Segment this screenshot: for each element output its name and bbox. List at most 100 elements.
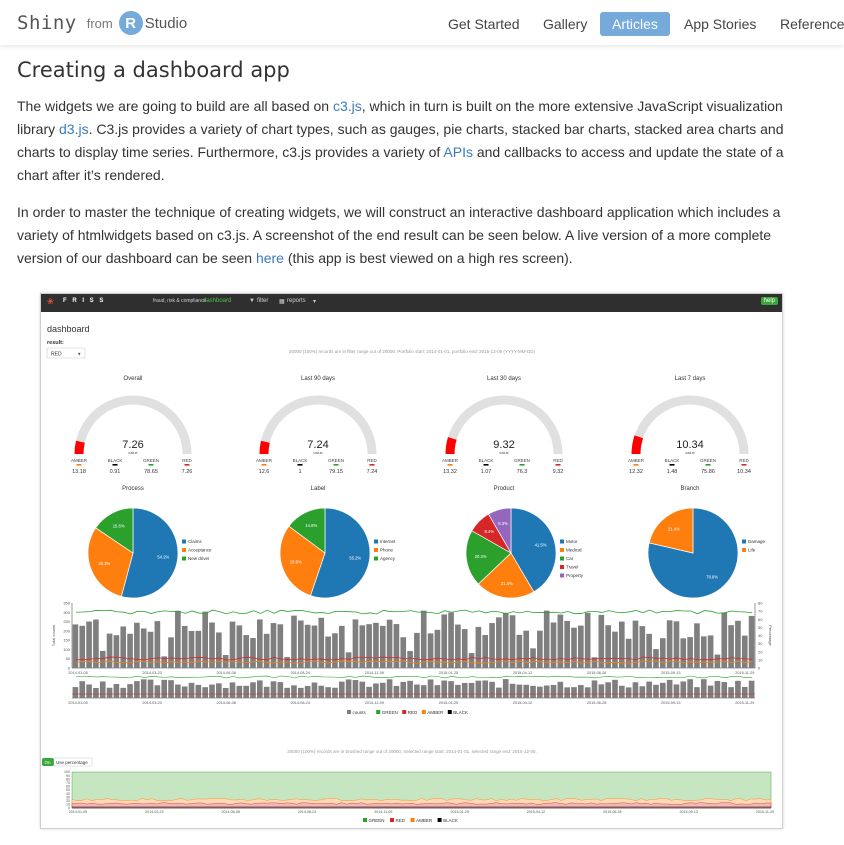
here-link[interactable]: here — [256, 250, 284, 266]
brush-count-bar — [659, 682, 666, 698]
nav-app-stories[interactable]: App Stories — [672, 12, 768, 36]
result-select[interactable]: RED ▼ — [46, 347, 86, 359]
gauge-0: Overall 7.26 value AMBER 13.18 BLACK 0.91 GREEN… — [71, 376, 193, 475]
brush-count-bar — [502, 679, 509, 698]
brush-count-bar — [373, 683, 379, 698]
gauge-legend-value: 7.24 — [367, 469, 378, 475]
pie-legend-swatch — [560, 539, 564, 544]
ts-legend-swatch — [376, 710, 381, 714]
dashboard-tab-dashboard[interactable]: dashboard — [203, 298, 231, 304]
ts-count-bar — [694, 623, 700, 668]
gauge-legend-swatch — [705, 464, 711, 466]
intro-paragraph: The widgets we are going to build are al… — [17, 95, 817, 187]
pie-branch: Branch 78.6% 21.4% Damage Life — [647, 486, 766, 599]
c3js-link[interactable]: c3.js — [333, 98, 362, 114]
ts-count-bar — [475, 626, 482, 668]
gauge-fill — [445, 437, 457, 455]
area-legend-label[interactable]: RED — [396, 818, 406, 823]
ts-x-tick: 2015-11-29 — [735, 671, 754, 675]
ts-legend-label[interactable]: AMBER — [427, 710, 444, 715]
brush-count-bar — [140, 679, 147, 698]
ts-legend-swatch — [402, 710, 407, 714]
ts-y2-tick: 10 — [758, 657, 763, 662]
pie-slice-label: 15.6% — [113, 523, 125, 528]
brush-x-tick: 2015-11-29 — [735, 701, 754, 705]
stacked-area-chart: 10090807060504030201002014-01-05 2014-03-… — [64, 770, 774, 814]
nav-reference[interactable]: Reference — [768, 12, 844, 36]
ts-count-bar — [222, 655, 229, 668]
ts-count-bar — [714, 654, 721, 668]
area-legend-swatch — [410, 818, 415, 822]
gauge-legend-swatch — [76, 464, 82, 466]
area-legend-label[interactable]: AMBER — [416, 818, 433, 823]
dashboard-tab-reports[interactable]: reports — [287, 298, 306, 304]
gauge-legend-swatch — [669, 464, 675, 466]
brush-count-bar — [496, 687, 502, 698]
ts-count-bar — [202, 611, 208, 668]
brush-count-bar — [407, 680, 413, 698]
ts-x-tick: 2014-01-05 — [68, 671, 87, 675]
ts-count-bar — [680, 638, 687, 668]
area-x-tick: 2015-01-25 — [450, 810, 468, 814]
gauge-legend-swatch — [555, 464, 561, 466]
ts-y2-tick: 30 — [758, 641, 763, 646]
ts-legend-label[interactable]: BLACK — [453, 710, 468, 715]
ts-count-bar — [216, 632, 222, 668]
brush-count-bar — [106, 687, 113, 698]
filter-icon: ▼ — [249, 298, 255, 304]
ts-count-bar — [168, 637, 174, 668]
pie-legend-swatch — [374, 556, 378, 561]
nav-get-started[interactable]: Get Started — [436, 12, 532, 36]
gauge-2: Last 30 days 9.32 value AMBER 13.32 BLACK 1.07… — [442, 376, 564, 475]
nav-articles[interactable]: Articles — [600, 12, 670, 36]
brush-count-bar — [284, 687, 290, 698]
ts-count-bar — [646, 633, 652, 668]
brush-count-bar — [530, 685, 536, 698]
ts-count-bar — [99, 650, 106, 668]
area-legend-label[interactable]: BLACK — [443, 818, 458, 823]
ts-count-bar — [140, 628, 147, 668]
apis-link[interactable]: APIs — [443, 144, 473, 160]
gauge-legend-label: GREEN — [328, 458, 344, 463]
ts-y-tick: 0 — [68, 666, 71, 671]
gauge-legend-value: 1 — [298, 469, 301, 475]
area-x-tick: 2015-04-12 — [527, 810, 545, 814]
chevron-down-icon: ▾ — [313, 299, 317, 305]
dashboard-tab-filter[interactable]: filter — [257, 298, 268, 304]
pie-legend-swatch — [560, 548, 564, 552]
gauge-legend-value: 79.15 — [329, 469, 343, 475]
ts-legend-label[interactable]: RED — [408, 710, 418, 715]
dashboard-help-button[interactable]: help — [760, 297, 778, 305]
brush-x-tick: 2014-03-23 — [142, 701, 161, 705]
ts-legend-label[interactable]: GREEN — [382, 710, 398, 715]
gauge-legend-value: 0.91 — [110, 469, 121, 475]
d3js-link[interactable]: d3.js — [59, 121, 89, 137]
area-legend-label[interactable]: GREEN — [369, 818, 385, 823]
nav-gallery[interactable]: Gallery — [531, 12, 599, 36]
chevron-down-icon: ▼ — [77, 352, 81, 357]
ts-y2-tick: 20 — [758, 649, 763, 654]
pie-legend-label: Property — [566, 573, 584, 578]
ts-count-bar — [605, 625, 611, 668]
brush-x-tick: 2015-04-12 — [513, 701, 532, 705]
pie-legend-label: Damage — [748, 539, 766, 544]
gauge-legend-swatch — [447, 464, 453, 466]
brush-count-bar — [297, 687, 304, 698]
gauge-fill — [259, 440, 270, 455]
ts-x-tick: 2015-04-12 — [513, 671, 532, 675]
ts-y-tick: 50 — [66, 656, 71, 661]
brush-count-bar — [400, 681, 407, 698]
gauge-legend-value: 1.48 — [667, 469, 678, 475]
dashboard-canvas: dashboard result: RED ▼ 20000 (100%) rec… — [42, 324, 774, 823]
area-x-tick: 2014-01-05 — [69, 810, 87, 814]
use-percentage-toggle[interactable]: On Use percentage — [42, 757, 93, 767]
ts-count-bar — [209, 622, 215, 668]
result-label: result: — [47, 340, 64, 346]
ts-legend-label[interactable]: counts — [353, 710, 367, 715]
brush-count-bar — [721, 682, 728, 698]
brush-x-tick: 2014-11-09 — [365, 701, 384, 705]
timeseries-brush[interactable]: 2014-01-05 2014-03-23 2014-06-08 2014-08-24… — [68, 675, 755, 705]
ts-count-bar — [502, 612, 509, 668]
pie-legend-swatch — [182, 539, 186, 544]
pie-label: Label 55.2% 29.9% 14.8% Internet Phone Agency — [279, 486, 396, 599]
